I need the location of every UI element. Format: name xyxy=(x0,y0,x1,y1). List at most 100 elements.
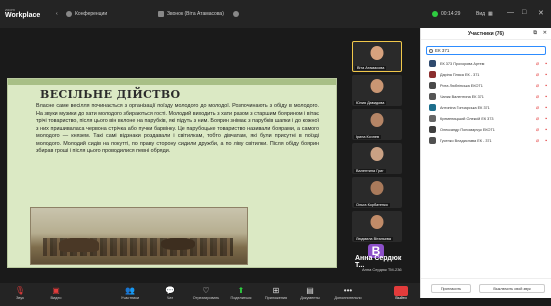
docs-button[interactable]: ▤ Документы xyxy=(292,286,328,300)
avatar xyxy=(429,115,436,122)
search-value: ЕК 371 xyxy=(435,48,450,53)
participants-panel: Участники (76) ⧉ ✕ ЕК 371 ЕК 373 Прохоро… xyxy=(420,28,551,298)
participant-face xyxy=(370,181,384,195)
participant-list: ЕК 373 Прохорова Артем ⌀ ▪ Даріна Пляса ЕК … xyxy=(421,58,551,146)
more-button[interactable]: ••• Дополнительно xyxy=(330,286,366,300)
search-icon xyxy=(429,48,433,53)
avatar xyxy=(429,82,436,89)
popout-icon[interactable]: ⧉ xyxy=(533,30,537,36)
active-speaker-sub: Анна Сердюк ТМ-236 xyxy=(362,267,402,272)
camera-off-icon: ▪ xyxy=(545,104,547,111)
back-button[interactable]: ‹ xyxy=(56,11,58,17)
video-tile[interactable]: Ірина Кочнев xyxy=(352,109,402,140)
participant-name: Кременицький Олексій ЕК 373 xyxy=(440,116,494,121)
video-tile[interactable]: Віта Атамасова xyxy=(352,41,402,72)
participant-name: ЕК 373 Прохорова Артем xyxy=(440,61,485,66)
mic-muted-icon: ⌀ xyxy=(535,137,539,144)
participant-row[interactable]: Гусенко Владислава ЕК - 371 ⌀ ▪ xyxy=(421,135,551,146)
camera-off-icon: ▪ xyxy=(545,115,547,122)
apps-button[interactable]: ⊞ Приложения xyxy=(258,286,294,300)
video-tile[interactable]: Валентина Григ xyxy=(352,143,402,174)
camera-off-icon: ▣ xyxy=(52,286,60,295)
leave-icon xyxy=(394,286,408,296)
participant-name: Олександр Пономарчук ЕКОТ1 xyxy=(440,127,495,132)
participant-name: Рита Люблінська ЕКОТ1 xyxy=(440,83,483,88)
share-button[interactable]: ⬆ Поделиться xyxy=(223,286,259,300)
status-icon xyxy=(432,11,438,17)
participant-row[interactable]: Кременицький Олексій ЕК 373 ⌀ ▪ xyxy=(421,113,551,124)
slide-band xyxy=(8,79,336,85)
meeting-tab[interactable]: Звонок (Віта Атамасова) xyxy=(158,11,224,17)
share-screen-icon: ⬆ xyxy=(237,286,245,295)
participant-face xyxy=(370,46,384,60)
info-icon xyxy=(233,11,239,17)
avatar xyxy=(429,137,436,144)
leave-button[interactable]: Выйти xyxy=(386,286,416,300)
recording-indicator: 00:14:29 xyxy=(432,11,460,17)
avatar xyxy=(429,60,436,67)
title-bar: zoom Workplace ‹ Конференции Звонок (Віт… xyxy=(0,0,551,28)
search-input[interactable]: ЕК 371 xyxy=(426,46,546,55)
more-icon: ••• xyxy=(343,286,353,295)
video-tile[interactable]: Юлия Давидова xyxy=(352,75,402,106)
document-icon: ▤ xyxy=(306,286,314,295)
close-icon[interactable]: ✕ xyxy=(543,30,547,36)
meeting-area: ВЕСІЛЬНЕ ДІЙСТВО Власне саме весілля поч… xyxy=(0,28,412,283)
participant-row[interactable]: Антоніна Гончарська ЕК 371 ⌀ ▪ xyxy=(421,102,551,113)
participant-row[interactable]: ЕК 373 Прохорова Артем ⌀ ▪ xyxy=(421,58,551,69)
avatar xyxy=(429,104,436,111)
tile-name: Валентина Григ xyxy=(354,169,386,173)
camera-off-icon: ▪ xyxy=(545,137,547,144)
camera-off-icon: ▪ xyxy=(545,82,547,89)
apps-icon: ⊞ xyxy=(272,286,280,295)
meeting-toolbar: 🎙 Звук ▣ Видео 👥 Участники 💬 Чат ♡ Отреагиров… xyxy=(0,283,420,306)
invite-button[interactable]: Пригласить xyxy=(431,284,471,293)
audio-button[interactable]: 🎙 Звук xyxy=(2,286,38,300)
participant-face xyxy=(370,113,384,127)
participant-row[interactable]: Чаник Валентина ЕК 371 ⌀ ▪ xyxy=(421,91,551,102)
participant-row[interactable]: Олександр Пономарчук ЕКОТ1 ⌀ ▪ xyxy=(421,124,551,135)
video-tile[interactable]: Людмила Вітальєва xyxy=(352,211,402,242)
painting-horse xyxy=(161,238,195,250)
mic-muted-icon: 🎙 xyxy=(14,286,26,295)
video-tile[interactable]: Ольга Корбатенко xyxy=(352,177,402,208)
participant-face xyxy=(370,79,384,93)
heart-icon: ♡ xyxy=(202,286,210,295)
minimize-icon[interactable]: — xyxy=(507,9,514,16)
mic-muted-icon: ⌀ xyxy=(535,82,539,89)
grid-icon: ▦ xyxy=(488,11,493,17)
avatar xyxy=(429,71,436,78)
info-button[interactable] xyxy=(233,11,239,17)
mute-all-button[interactable]: Выключить свой звук xyxy=(479,284,545,293)
participant-face xyxy=(370,147,384,161)
participant-name: Гусенко Владислава ЕК - 371 xyxy=(440,138,492,143)
camera-off-icon: ▪ xyxy=(545,60,547,67)
participant-name: Даріна Пляса ЕК - 371 xyxy=(440,72,480,77)
close-icon[interactable]: ✕ xyxy=(538,9,544,17)
react-button[interactable]: ♡ Отреагировать xyxy=(188,286,224,300)
conferences-menu[interactable]: Конференции xyxy=(66,11,107,17)
participant-row[interactable]: Рита Люблінська ЕКОТ1 ⌀ ▪ xyxy=(421,80,551,91)
meeting-icon xyxy=(158,11,164,17)
participant-name: Чаник Валентина ЕК 371 xyxy=(440,94,484,99)
video-button[interactable]: ▣ Видео xyxy=(38,286,74,300)
view-menu[interactable]: Вид ▦ xyxy=(476,11,493,17)
participant-name: Антоніна Гончарська ЕК 371 xyxy=(440,105,490,110)
painting-horse xyxy=(59,238,99,252)
gear-icon xyxy=(66,11,72,17)
chat-button[interactable]: 💬 Чат xyxy=(152,286,188,300)
avatar xyxy=(429,126,436,133)
participant-row[interactable]: Даріна Пляса ЕК - 371 ⌀ ▪ xyxy=(421,69,551,80)
people-icon: 👥 xyxy=(125,286,135,295)
zoom-logo: zoom Workplace xyxy=(5,7,41,19)
panel-title: Участники (76) xyxy=(468,30,504,37)
maximize-icon[interactable]: □ xyxy=(522,9,526,16)
camera-off-icon: ▪ xyxy=(545,126,547,133)
panel-footer: Пригласить Выключить свой звук xyxy=(421,278,551,298)
back-arrow-icon: ‹ xyxy=(56,11,58,17)
mic-muted-icon: ⌀ xyxy=(535,93,539,100)
mic-muted-icon: ⌀ xyxy=(535,115,539,122)
tile-name: Юлия Давидова xyxy=(354,101,387,105)
tile-name: Ірина Кочнев xyxy=(354,135,381,139)
participants-button[interactable]: 👥 Участники xyxy=(112,286,148,300)
